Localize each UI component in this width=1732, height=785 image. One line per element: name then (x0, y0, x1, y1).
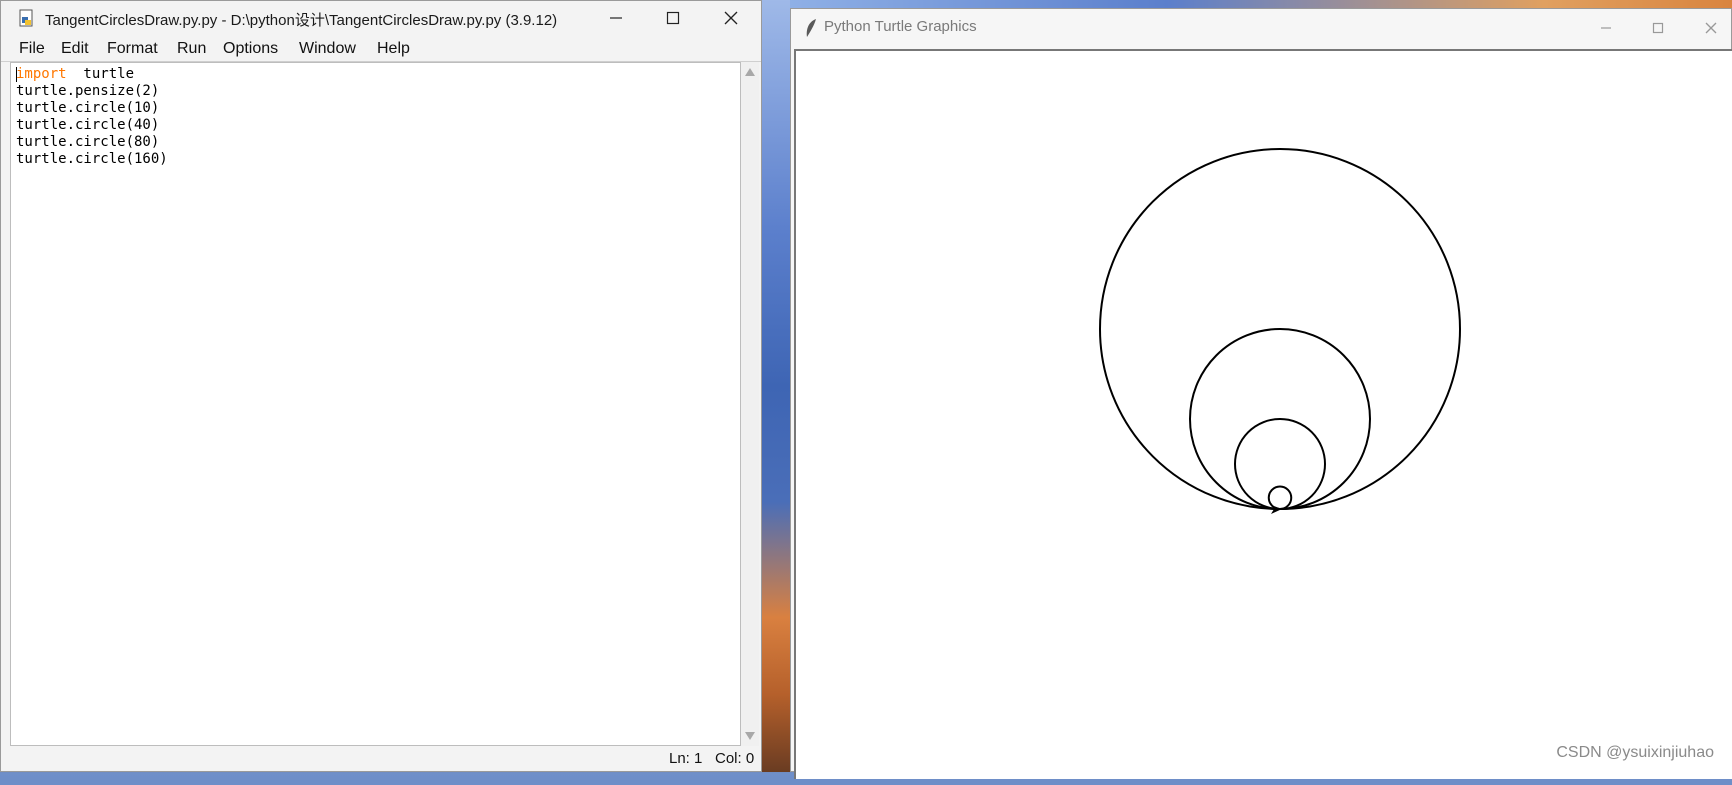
menu-edit[interactable]: Edit (61, 40, 89, 58)
code-line: turtle.circle(40) (16, 117, 160, 133)
idle-editor-window: TangentCirclesDraw.py.py - D:\python设计\T… (0, 0, 762, 772)
status-bar: Ln: 1 Col: 0 (1, 747, 761, 771)
turtle-maximize-button[interactable] (1643, 17, 1673, 39)
feather-icon (806, 19, 816, 37)
close-button[interactable] (711, 5, 751, 31)
close-icon (724, 11, 738, 25)
status-column-number: Col: 0 (715, 750, 755, 767)
minimize-button[interactable] (596, 5, 636, 31)
menu-format[interactable]: Format (107, 40, 158, 58)
status-line-number: Ln: 1 (669, 750, 703, 767)
turtle-graphics-window: Python Turtle Graphics (790, 8, 1732, 779)
scroll-up-arrow-icon[interactable] (745, 68, 755, 76)
python-file-icon (19, 9, 33, 27)
menu-run[interactable]: Run (177, 40, 206, 58)
menu-options[interactable]: Options (223, 40, 278, 58)
code-editor[interactable]: import turtle turtle.pensize(2) turtle.c… (10, 62, 741, 746)
minimize-icon (610, 17, 622, 19)
turtle-window-title: Python Turtle Graphics (824, 18, 977, 35)
menu-bar: File Edit Format Run Options Window Help (1, 37, 761, 62)
code-line: turtle.circle(80) (16, 134, 160, 150)
desktop-background-middle (760, 0, 790, 772)
menu-help[interactable]: Help (377, 40, 410, 58)
idle-title-bar[interactable]: TangentCirclesDraw.py.py - D:\python设计\T… (1, 1, 761, 35)
turtle-minimize-button[interactable] (1591, 17, 1621, 39)
code-line-rest: turtle (66, 66, 135, 82)
turtle-title-bar[interactable]: Python Turtle Graphics (791, 9, 1731, 49)
code-line: turtle.circle(10) (16, 100, 160, 116)
menu-window[interactable]: Window (299, 40, 356, 58)
turtle-drawing (1099, 148, 1461, 514)
maximize-icon (666, 11, 680, 25)
code-text: import turtle turtle.pensize(2) turtle.c… (16, 66, 168, 168)
minimize-icon (1601, 27, 1611, 29)
code-line: turtle.pensize(2) (16, 83, 160, 99)
idle-window-title: TangentCirclesDraw.py.py - D:\python设计\T… (45, 12, 558, 29)
menu-file[interactable]: File (19, 40, 45, 58)
desktop-background-top (790, 0, 1732, 8)
vertical-scrollbar[interactable] (741, 62, 759, 746)
close-icon (1705, 22, 1717, 34)
maximize-icon (1652, 22, 1664, 34)
keyword-import: import (16, 66, 67, 82)
circle-radius-40 (1234, 418, 1326, 510)
code-line: import turtle (16, 66, 168, 83)
code-line: turtle.circle(160) (16, 151, 168, 167)
maximize-button[interactable] (653, 5, 693, 31)
turtle-close-button[interactable] (1696, 17, 1726, 39)
turtle-canvas[interactable] (794, 49, 1732, 779)
csdn-watermark: CSDN @ysuixinjiuhao (1556, 744, 1714, 761)
scroll-down-arrow-icon[interactable] (745, 732, 755, 740)
